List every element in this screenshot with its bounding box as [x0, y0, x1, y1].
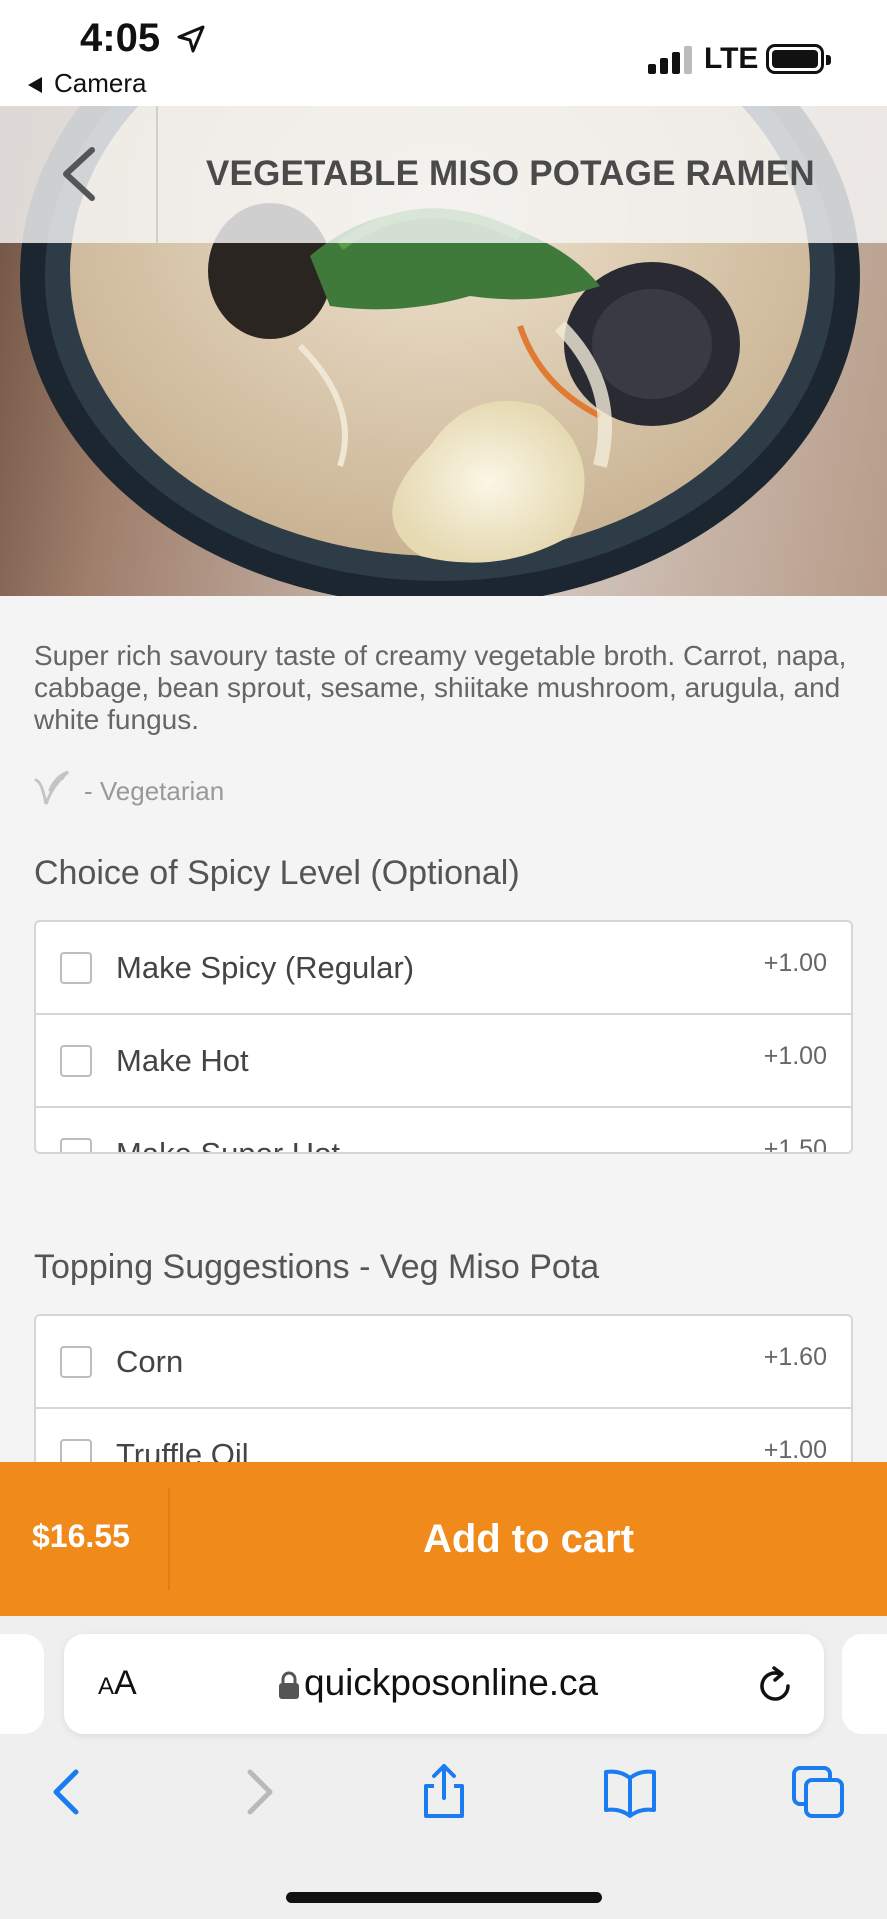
- network-type: LTE: [704, 42, 759, 75]
- option-row[interactable]: Make Hot +1.00: [36, 1015, 851, 1108]
- back-triangle-icon: [28, 77, 42, 94]
- chevron-left-icon[interactable]: [50, 142, 110, 206]
- status-bar: 4:05 Camera LTE: [0, 0, 887, 106]
- back-arrow-icon[interactable]: [40, 1764, 96, 1820]
- option-row[interactable]: Make Spicy (Regular) +1.00: [36, 922, 851, 1015]
- address-bar[interactable]: AA quickposonline.ca: [64, 1634, 824, 1734]
- option-label: Make Spicy (Regular): [116, 950, 415, 985]
- option-price: +1.00: [763, 1436, 827, 1462]
- option-label: Make Hot: [116, 1043, 249, 1078]
- cellular-signal-icon: [648, 44, 694, 74]
- item-description: Super rich savoury taste of creamy veget…: [34, 640, 847, 735]
- spicy-options: Make Spicy (Regular) +1.00 Make Hot +1.0…: [34, 920, 853, 1154]
- option-checkbox[interactable]: [60, 952, 92, 984]
- option-checkbox[interactable]: [60, 1439, 92, 1462]
- status-time: 4:05: [80, 16, 161, 60]
- tabs-icon[interactable]: [790, 1764, 846, 1820]
- page-title: VEGETABLE MISO POTAGE RAMEN: [206, 154, 815, 193]
- option-price: +1.00: [763, 1042, 827, 1070]
- share-icon[interactable]: [416, 1764, 472, 1820]
- text-size-small-a: A: [98, 1673, 115, 1700]
- home-indicator: [286, 1892, 602, 1903]
- option-label: Make Super Hot: [116, 1136, 340, 1154]
- option-price: +1.60: [763, 1343, 827, 1371]
- lock-icon: [279, 1671, 299, 1699]
- option-checkbox[interactable]: [60, 1346, 92, 1378]
- next-tab-peek[interactable]: [842, 1634, 887, 1734]
- option-price: +1.50: [763, 1135, 827, 1154]
- browser-toolbar: AA quickposonline.ca: [0, 1616, 887, 1919]
- add-to-cart-button[interactable]: Add to cart: [170, 1462, 887, 1616]
- spicy-section-title: Choice of Spicy Level (Optional): [34, 854, 520, 892]
- forward-arrow-icon[interactable]: [230, 1764, 286, 1820]
- option-checkbox[interactable]: [60, 1045, 92, 1077]
- leaf-icon: [34, 770, 69, 805]
- item-header: VEGETABLE MISO POTAGE RAMEN: [0, 106, 887, 243]
- url-text: quickposonline.ca: [304, 1662, 599, 1703]
- battery-icon: [766, 44, 831, 74]
- header-divider: [156, 106, 158, 243]
- option-row[interactable]: Truffle Oil +1.00: [36, 1409, 851, 1462]
- text-size-large-a: A: [114, 1664, 137, 1702]
- option-label: Truffle Oil: [116, 1437, 249, 1462]
- location-arrow-icon: [177, 25, 205, 53]
- topping-options: Corn +1.60 Truffle Oil +1.00: [34, 1314, 853, 1462]
- bookmarks-icon[interactable]: [602, 1764, 658, 1820]
- cart-bar: $16.55 Add to cart: [0, 1462, 887, 1616]
- option-checkbox[interactable]: [60, 1138, 92, 1152]
- option-price: +1.00: [763, 949, 827, 977]
- text-size-button[interactable]: AA: [98, 1664, 137, 1703]
- option-label: Corn: [116, 1344, 184, 1379]
- item-details: Super rich savoury taste of creamy veget…: [0, 596, 887, 1462]
- back-app-label: Camera: [54, 68, 147, 98]
- topping-section-title: Topping Suggestions - Veg Miso Pota: [34, 1248, 600, 1286]
- option-row[interactable]: Make Super Hot +1.50: [36, 1108, 851, 1154]
- reload-icon[interactable]: [754, 1664, 796, 1706]
- option-row[interactable]: Corn +1.60: [36, 1316, 851, 1409]
- previous-tab-peek[interactable]: [0, 1634, 44, 1734]
- cart-total: $16.55: [32, 1518, 130, 1554]
- diet-label: - Vegetarian: [84, 776, 225, 806]
- back-to-app-link[interactable]: Camera: [28, 68, 146, 99]
